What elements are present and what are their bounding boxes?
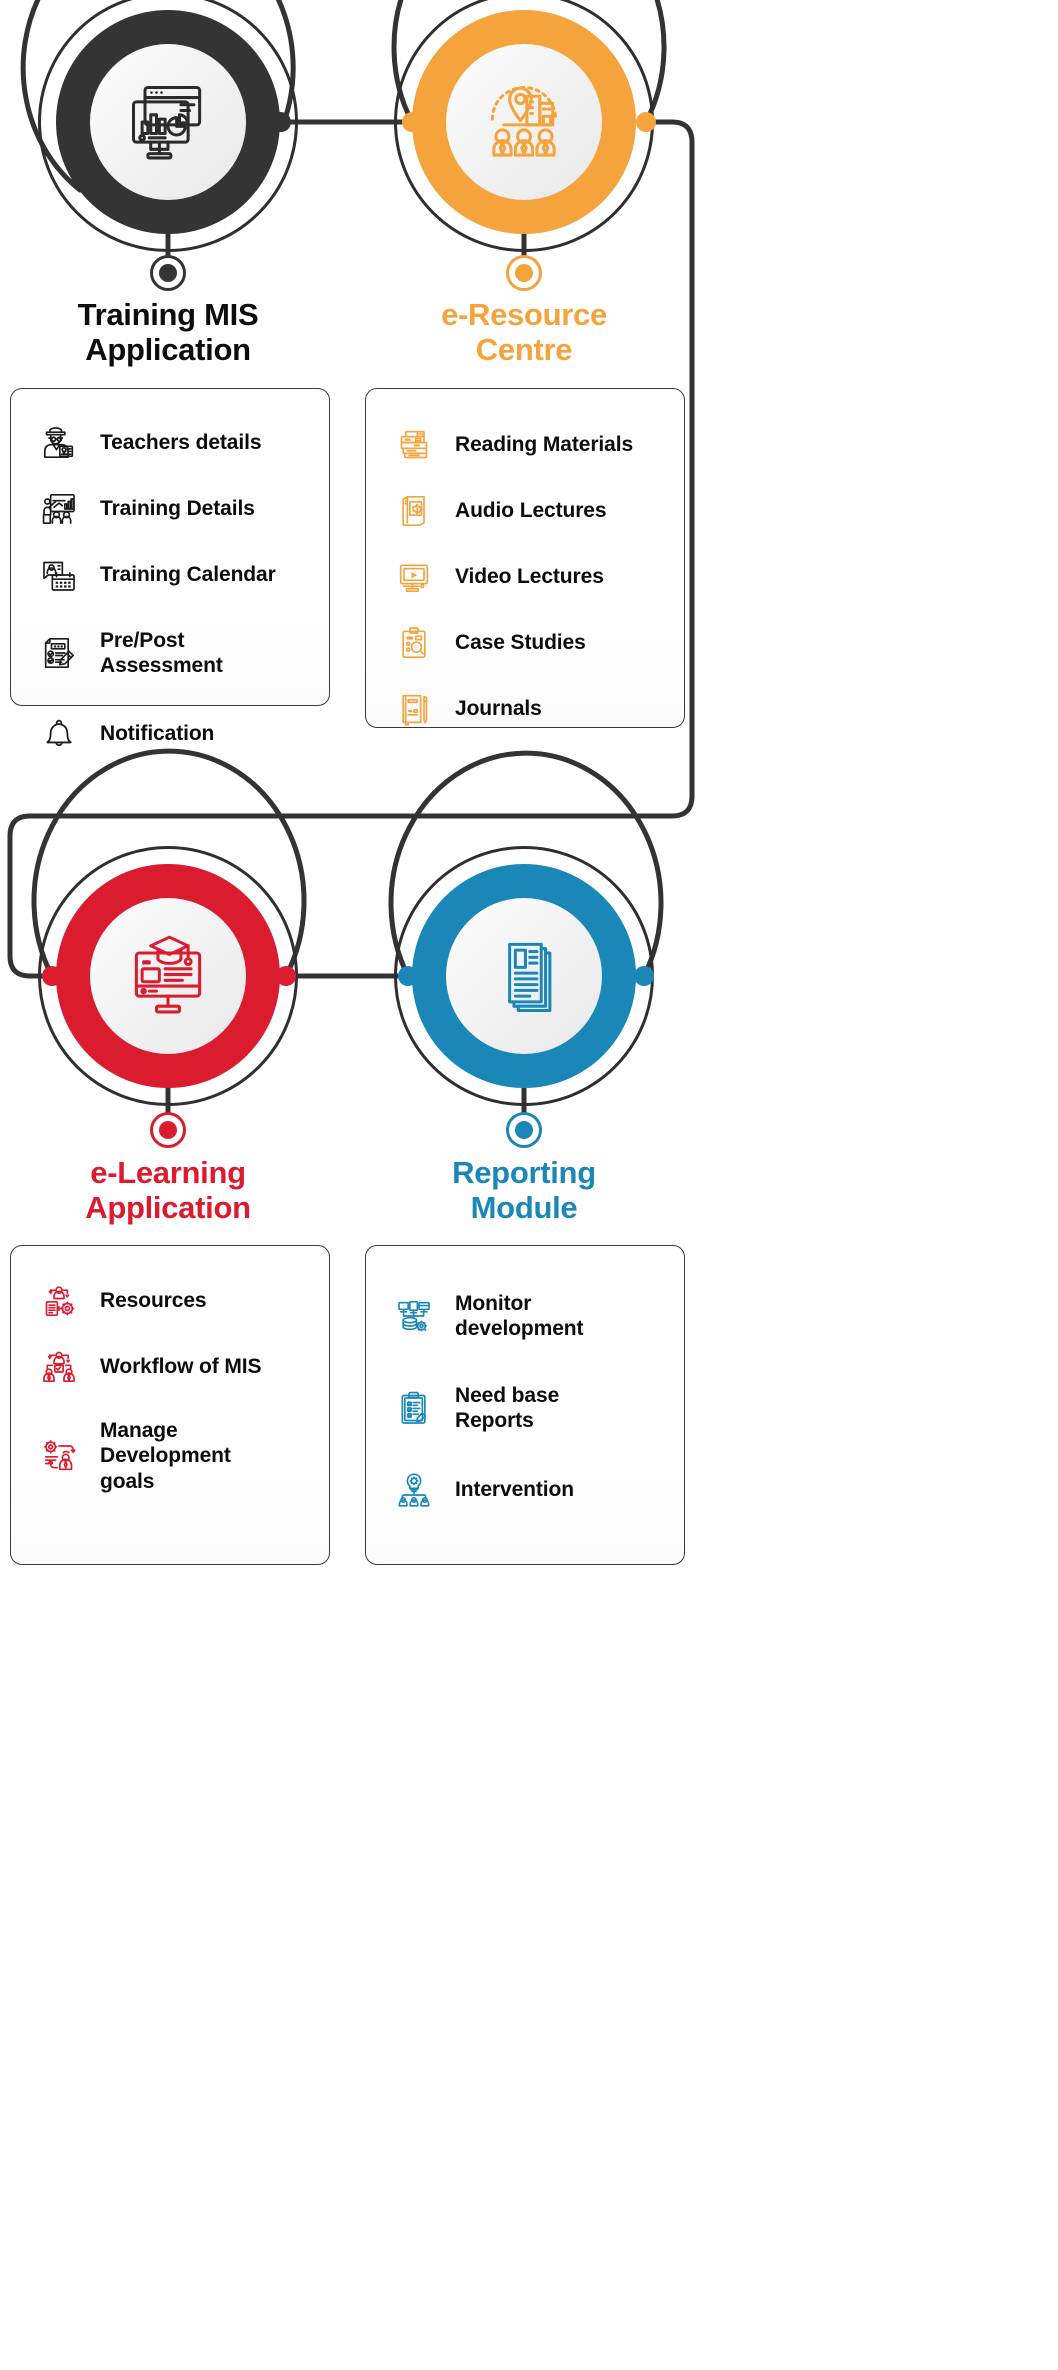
wire-dot-training-mis-right bbox=[271, 112, 291, 132]
node-icon-disc bbox=[446, 898, 602, 1054]
wire-dot-reporting-right bbox=[634, 966, 654, 986]
node-icon-disc bbox=[90, 898, 246, 1054]
list-item-label: Video Lectures bbox=[455, 565, 604, 589]
list-item-text: Training Calendar bbox=[100, 562, 304, 587]
list-item-label: Journals bbox=[455, 697, 542, 721]
list-item[interactable]: Intervention bbox=[365, 1454, 685, 1526]
graduation-monitor-icon bbox=[122, 930, 214, 1022]
list-item-text: Video Lectures bbox=[455, 564, 659, 589]
node-anchor-dot-reporting bbox=[506, 1112, 542, 1148]
node-rings bbox=[38, 0, 298, 252]
node-rings bbox=[394, 0, 654, 252]
idea-people-icon bbox=[391, 1467, 437, 1513]
wire-dot-e-resource-left bbox=[402, 112, 422, 132]
list-item-label: Audio Lectures bbox=[455, 499, 607, 523]
list-item-label: Resources bbox=[100, 1289, 207, 1313]
list-item-label: Training Calendar bbox=[100, 563, 276, 587]
wire-dot-e-learning-left bbox=[42, 966, 62, 986]
list-item-text: Teachers details bbox=[100, 430, 304, 455]
list-item[interactable]: Case Studies bbox=[365, 610, 685, 676]
node-anchor-dot-e-learning bbox=[150, 1112, 186, 1148]
node-reporting-module[interactable] bbox=[394, 846, 654, 1106]
node-rings bbox=[394, 846, 654, 1106]
node-title-e-learning-application: e-Learning Application bbox=[85, 1155, 251, 1225]
list-item-text: Training Details bbox=[100, 496, 304, 521]
list-item[interactable]: Training Details bbox=[10, 476, 330, 542]
list-item-text: Case Studies bbox=[455, 630, 659, 655]
list-item[interactable]: Teachers details bbox=[10, 410, 330, 476]
list-item-text: Pre/Post Assessment bbox=[100, 628, 304, 678]
list-item[interactable]: Need base Reports bbox=[365, 1362, 685, 1454]
server-monitor-icon bbox=[391, 1293, 437, 1339]
list-item-label: Pre/Post Assessment bbox=[100, 628, 223, 677]
list-item-text: Manage Development goals bbox=[100, 1418, 304, 1494]
list-item-text: Intervention bbox=[455, 1477, 659, 1502]
documents-stack-icon bbox=[478, 930, 570, 1022]
manage-development-icon bbox=[36, 1433, 82, 1479]
wire-dot-e-resource-right bbox=[636, 112, 656, 132]
resource-gear-icon bbox=[36, 1278, 82, 1324]
list-item-text: Audio Lectures bbox=[455, 498, 659, 523]
list-item-text: Monitor development bbox=[455, 1291, 659, 1341]
clipboard-search-icon bbox=[391, 620, 437, 666]
list-item-text: Need base Reports bbox=[455, 1383, 659, 1433]
list-item[interactable]: Workflow of MIS bbox=[10, 1334, 330, 1400]
list-item[interactable]: Notification bbox=[10, 698, 330, 770]
node-icon-disc bbox=[90, 44, 246, 200]
node-training-mis-application[interactable] bbox=[38, 0, 298, 252]
node-rings bbox=[38, 846, 298, 1106]
node-icon-disc bbox=[446, 44, 602, 200]
list-item[interactable]: Video Lectures bbox=[365, 544, 685, 610]
video-monitor-icon bbox=[391, 554, 437, 600]
calendar-profile-icon bbox=[36, 552, 82, 598]
book-stack-icon bbox=[391, 422, 437, 468]
list-item[interactable]: Resources bbox=[10, 1268, 330, 1334]
location-people-icon bbox=[478, 76, 570, 168]
list-item-text: Resources bbox=[100, 1288, 304, 1313]
list-item[interactable]: Monitor development bbox=[365, 1270, 685, 1362]
list-item-label: Intervention bbox=[455, 1478, 574, 1502]
assessment-form-icon bbox=[36, 630, 82, 676]
node-anchor-dot-training-mis bbox=[150, 255, 186, 291]
list-item[interactable]: Training Calendar bbox=[10, 542, 330, 608]
clipboard-check-icon bbox=[391, 1385, 437, 1431]
list-item-text: Workflow of MIS bbox=[100, 1354, 304, 1379]
list-item[interactable]: Audio Lectures bbox=[365, 478, 685, 544]
list-item[interactable]: Reading Materials bbox=[365, 412, 685, 478]
list-item-label: Need base Reports bbox=[455, 1383, 560, 1432]
bell-icon bbox=[36, 711, 82, 757]
node-title-e-resource-centre: e-Resource Centre bbox=[441, 297, 607, 367]
list-item-label: Workflow of MIS bbox=[100, 1355, 262, 1379]
audio-book-icon bbox=[391, 488, 437, 534]
workflow-people-icon bbox=[36, 1344, 82, 1390]
list-item-label: Teachers details bbox=[100, 431, 262, 455]
wire-dot-e-learning-right bbox=[276, 966, 296, 986]
list-item[interactable]: Manage Development goals bbox=[10, 1400, 330, 1512]
list-item-label: Training Details bbox=[100, 497, 255, 521]
list-item-label: Reading Materials bbox=[455, 433, 634, 457]
list-item-label: Case Studies bbox=[455, 631, 586, 655]
node-title-training-mis-application: Training MIS Application bbox=[77, 297, 259, 367]
wire-dot-reporting-left bbox=[398, 966, 418, 986]
journal-pen-icon bbox=[391, 686, 437, 732]
node-e-resource-centre[interactable] bbox=[394, 0, 654, 252]
infographic-canvas: Training MIS Application e-Resource Cent… bbox=[0, 0, 1058, 2370]
list-item-label: Monitor development bbox=[455, 1291, 584, 1340]
list-item[interactable]: Journals bbox=[365, 676, 685, 742]
node-e-learning-application[interactable] bbox=[38, 846, 298, 1106]
node-anchor-dot-e-resource bbox=[506, 255, 542, 291]
list-item[interactable]: Pre/Post Assessment bbox=[10, 608, 330, 698]
dashboard-monitor-icon bbox=[122, 76, 214, 168]
list-item-label: Notification bbox=[100, 722, 215, 746]
node-title-reporting-module: Reporting Module bbox=[452, 1155, 596, 1225]
list-item-text: Reading Materials bbox=[455, 432, 659, 457]
list-item-text: Journals bbox=[455, 696, 659, 721]
list-item-text: Notification bbox=[100, 721, 304, 746]
list-item-label: Manage Development goals bbox=[100, 1419, 231, 1493]
training-presentation-icon bbox=[36, 486, 82, 532]
teacher-badge-icon bbox=[36, 420, 82, 466]
